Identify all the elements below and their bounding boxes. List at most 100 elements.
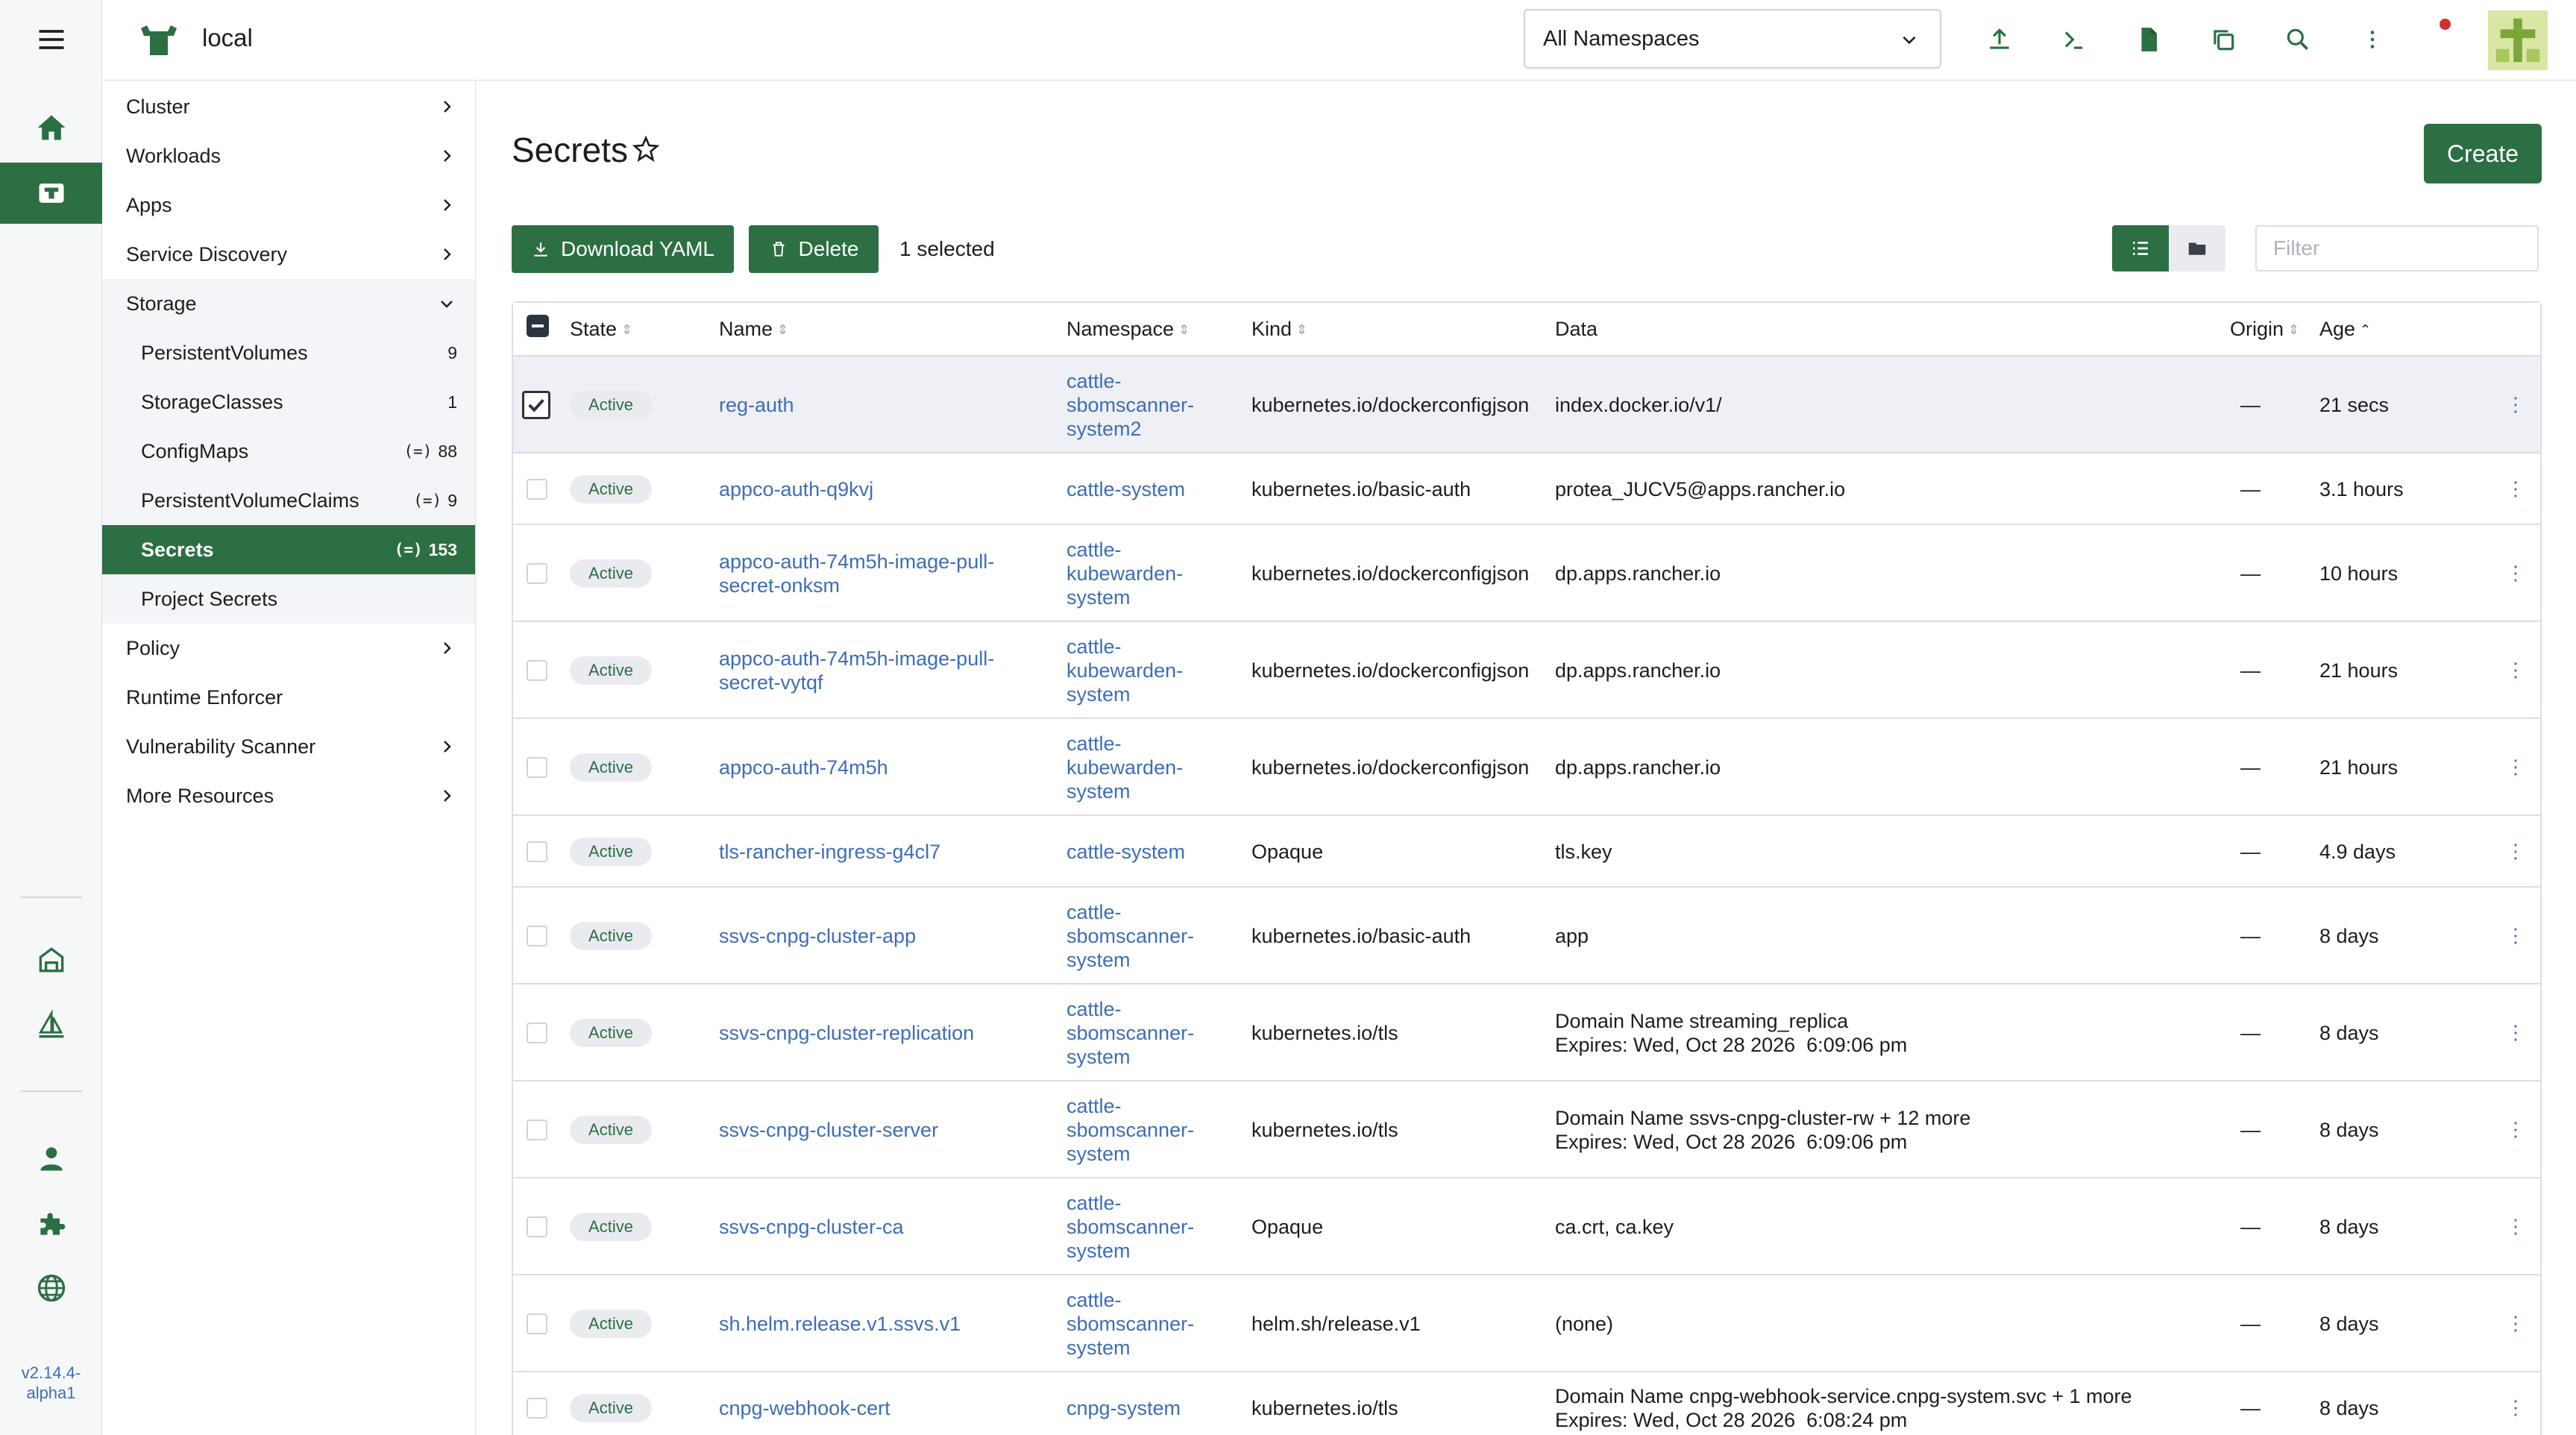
secret-name-link[interactable]: tls-rancher-ingress-g4cl7 xyxy=(719,840,1047,864)
row-actions-icon[interactable]: ⋮ xyxy=(2506,1396,2525,1419)
namespace-link[interactable]: cattle-sbomscanner-system2 xyxy=(1066,369,1223,441)
nav-secrets[interactable]: Secrets (=) 153 xyxy=(102,525,475,574)
row-checkbox[interactable] xyxy=(527,1216,547,1237)
col-name[interactable]: Name ⇕ xyxy=(719,318,788,341)
more-options-icon[interactable] xyxy=(2355,22,2390,57)
row-checkbox[interactable] xyxy=(522,391,550,419)
table-row[interactable]: Active appco-auth-q9kvj cattle-system kuber… xyxy=(513,453,2540,525)
col-age[interactable]: Age ⌃ xyxy=(2319,318,2371,341)
globe-icon[interactable] xyxy=(0,1257,102,1319)
col-namespace[interactable]: Namespace ⇕ xyxy=(1066,318,1190,341)
col-state[interactable]: State ⇕ xyxy=(570,318,632,341)
home-icon[interactable] xyxy=(0,97,102,158)
secret-name-link[interactable]: appco-auth-q9kvj xyxy=(719,477,1047,501)
secret-name-link[interactable]: appco-auth-74m5h xyxy=(719,756,1047,779)
nav-policy[interactable]: Policy xyxy=(102,624,475,673)
delete-button[interactable]: Delete xyxy=(749,225,879,273)
row-checkbox[interactable] xyxy=(527,1023,547,1043)
nav-storage-classes[interactable]: StorageClasses 1 xyxy=(102,377,475,427)
row-actions-icon[interactable]: ⋮ xyxy=(2506,840,2525,863)
row-actions-icon[interactable]: ⋮ xyxy=(2506,393,2525,416)
nav-configmaps[interactable]: ConfigMaps (=) 88 xyxy=(102,427,475,476)
secret-name-link[interactable]: ssvs-cnpg-cluster-server xyxy=(719,1118,1047,1142)
table-row[interactable]: Active appco-auth-74m5h-image-pull-secret… xyxy=(513,525,2540,622)
namespace-link[interactable]: cattle-sbomscanner-system xyxy=(1066,1094,1223,1166)
row-checkbox[interactable] xyxy=(527,757,547,778)
star-favorite-icon[interactable] xyxy=(631,134,661,164)
namespace-link[interactable]: cattle-system xyxy=(1066,477,1223,501)
secret-name-link[interactable]: reg-auth xyxy=(719,393,1047,417)
menu-icon[interactable] xyxy=(0,9,102,70)
secret-name-link[interactable]: ssvs-cnpg-cluster-app xyxy=(719,924,1047,948)
nav-runtime-enforcer[interactable]: Runtime Enforcer xyxy=(102,673,475,722)
search-icon[interactable] xyxy=(2281,22,2315,57)
row-checkbox[interactable] xyxy=(527,1398,547,1419)
nav-persistent-volumes[interactable]: PersistentVolumes 9 xyxy=(102,328,475,377)
row-checkbox[interactable] xyxy=(527,841,547,862)
fleet-sail-icon[interactable] xyxy=(0,995,102,1056)
namespace-link[interactable]: cattle-sbomscanner-system xyxy=(1066,900,1223,972)
namespace-link[interactable]: cattle-system xyxy=(1066,840,1223,864)
nav-apps[interactable]: Apps xyxy=(102,180,475,230)
col-origin[interactable]: Origin ⇕ xyxy=(2230,318,2299,341)
secret-name-link[interactable]: appco-auth-74m5h-image-pull-secret-vytqf xyxy=(719,647,1047,694)
secret-name-link[interactable]: appco-auth-74m5h-image-pull-secret-onksm xyxy=(719,550,1047,597)
secret-name-link[interactable]: cnpg-webhook-cert xyxy=(719,1396,1047,1420)
secret-name-link[interactable]: sh.helm.release.v1.ssvs.v1 xyxy=(719,1312,1047,1336)
nav-workloads[interactable]: Workloads xyxy=(102,131,475,180)
row-actions-icon[interactable]: ⋮ xyxy=(2506,1215,2525,1238)
nav-cluster[interactable]: Cluster xyxy=(102,82,475,131)
table-row[interactable]: Active ssvs-cnpg-cluster-replication cattl… xyxy=(513,985,2540,1081)
table-row[interactable]: Active cnpg-webhook-cert cnpg-system kubern… xyxy=(513,1372,2540,1435)
row-actions-icon[interactable]: ⋮ xyxy=(2506,1118,2525,1141)
cluster-local-icon[interactable] xyxy=(0,163,102,224)
extensions-home-icon[interactable] xyxy=(0,929,102,990)
download-yaml-button[interactable]: Download YAML xyxy=(512,225,734,273)
row-actions-icon[interactable]: ⋮ xyxy=(2506,756,2525,779)
row-actions-icon[interactable]: ⋮ xyxy=(2506,659,2525,682)
nav-storage[interactable]: Storage xyxy=(102,279,475,328)
namespace-link[interactable]: cnpg-system xyxy=(1066,1396,1223,1420)
namespace-link[interactable]: cattle-sbomscanner-system xyxy=(1066,997,1223,1069)
secret-name-link[interactable]: ssvs-cnpg-cluster-replication xyxy=(719,1021,1047,1045)
table-row[interactable]: Active ssvs-cnpg-cluster-server cattle-sbo… xyxy=(513,1081,2540,1178)
row-actions-icon[interactable]: ⋮ xyxy=(2506,1021,2525,1044)
import-yaml-icon[interactable] xyxy=(1982,22,2017,57)
copy-kubeconfig-icon[interactable] xyxy=(2206,22,2240,57)
row-actions-icon[interactable]: ⋮ xyxy=(2506,1312,2525,1335)
table-row[interactable]: Active ssvs-cnpg-cluster-ca cattle-sbomsca… xyxy=(513,1178,2540,1275)
nav-more-resources[interactable]: More Resources xyxy=(102,771,475,820)
namespace-select[interactable]: All Namespaces xyxy=(1524,9,1941,69)
nav-vulnerability-scanner[interactable]: Vulnerability Scanner xyxy=(102,722,475,771)
row-checkbox[interactable] xyxy=(527,563,547,584)
create-button[interactable]: Create xyxy=(2424,124,2542,183)
row-checkbox[interactable] xyxy=(527,926,547,946)
nav-project-secrets[interactable]: Project Secrets xyxy=(102,574,475,624)
row-actions-icon[interactable]: ⋮ xyxy=(2506,562,2525,585)
table-row[interactable]: Active ssvs-cnpg-cluster-app cattle-sbomsc… xyxy=(513,888,2540,985)
table-row[interactable]: Active sh.helm.release.v1.ssvs.v1 cattle-s… xyxy=(513,1275,2540,1372)
user-icon[interactable] xyxy=(0,1128,102,1189)
row-checkbox[interactable] xyxy=(527,479,547,500)
nav-service-discovery[interactable]: Service Discovery xyxy=(102,230,475,279)
list-view-toggle[interactable] xyxy=(2112,225,2169,271)
version-label[interactable]: v2.14.4-alpha1 xyxy=(0,1363,102,1403)
row-actions-icon[interactable]: ⋮ xyxy=(2506,924,2525,947)
row-checkbox[interactable] xyxy=(527,660,547,681)
namespace-link[interactable]: cattle-kubewarden-system xyxy=(1066,732,1223,803)
namespace-link[interactable]: cattle-sbomscanner-system xyxy=(1066,1191,1223,1263)
namespace-link[interactable]: cattle-kubewarden-system xyxy=(1066,635,1223,706)
avatar[interactable] xyxy=(2488,10,2548,70)
table-row[interactable]: Active appco-auth-74m5h-image-pull-secret… xyxy=(513,622,2540,719)
table-row[interactable]: Active appco-auth-74m5h cattle-kubewarden-… xyxy=(513,719,2540,816)
namespace-link[interactable]: cattle-sbomscanner-system xyxy=(1066,1288,1223,1360)
row-checkbox[interactable] xyxy=(527,1120,547,1140)
select-all-checkbox[interactable] xyxy=(527,315,549,337)
kubectl-shell-icon[interactable] xyxy=(2057,22,2091,57)
filter-input[interactable] xyxy=(2255,225,2539,271)
table-row[interactable]: Active tls-rancher-ingress-g4cl7 cattle-sy… xyxy=(513,816,2540,888)
col-kind[interactable]: Kind ⇕ xyxy=(1251,318,1307,341)
row-checkbox[interactable] xyxy=(527,1313,547,1334)
puzzle-extensions-icon[interactable] xyxy=(0,1193,102,1255)
download-kubeconfig-icon[interactable] xyxy=(2132,22,2166,57)
